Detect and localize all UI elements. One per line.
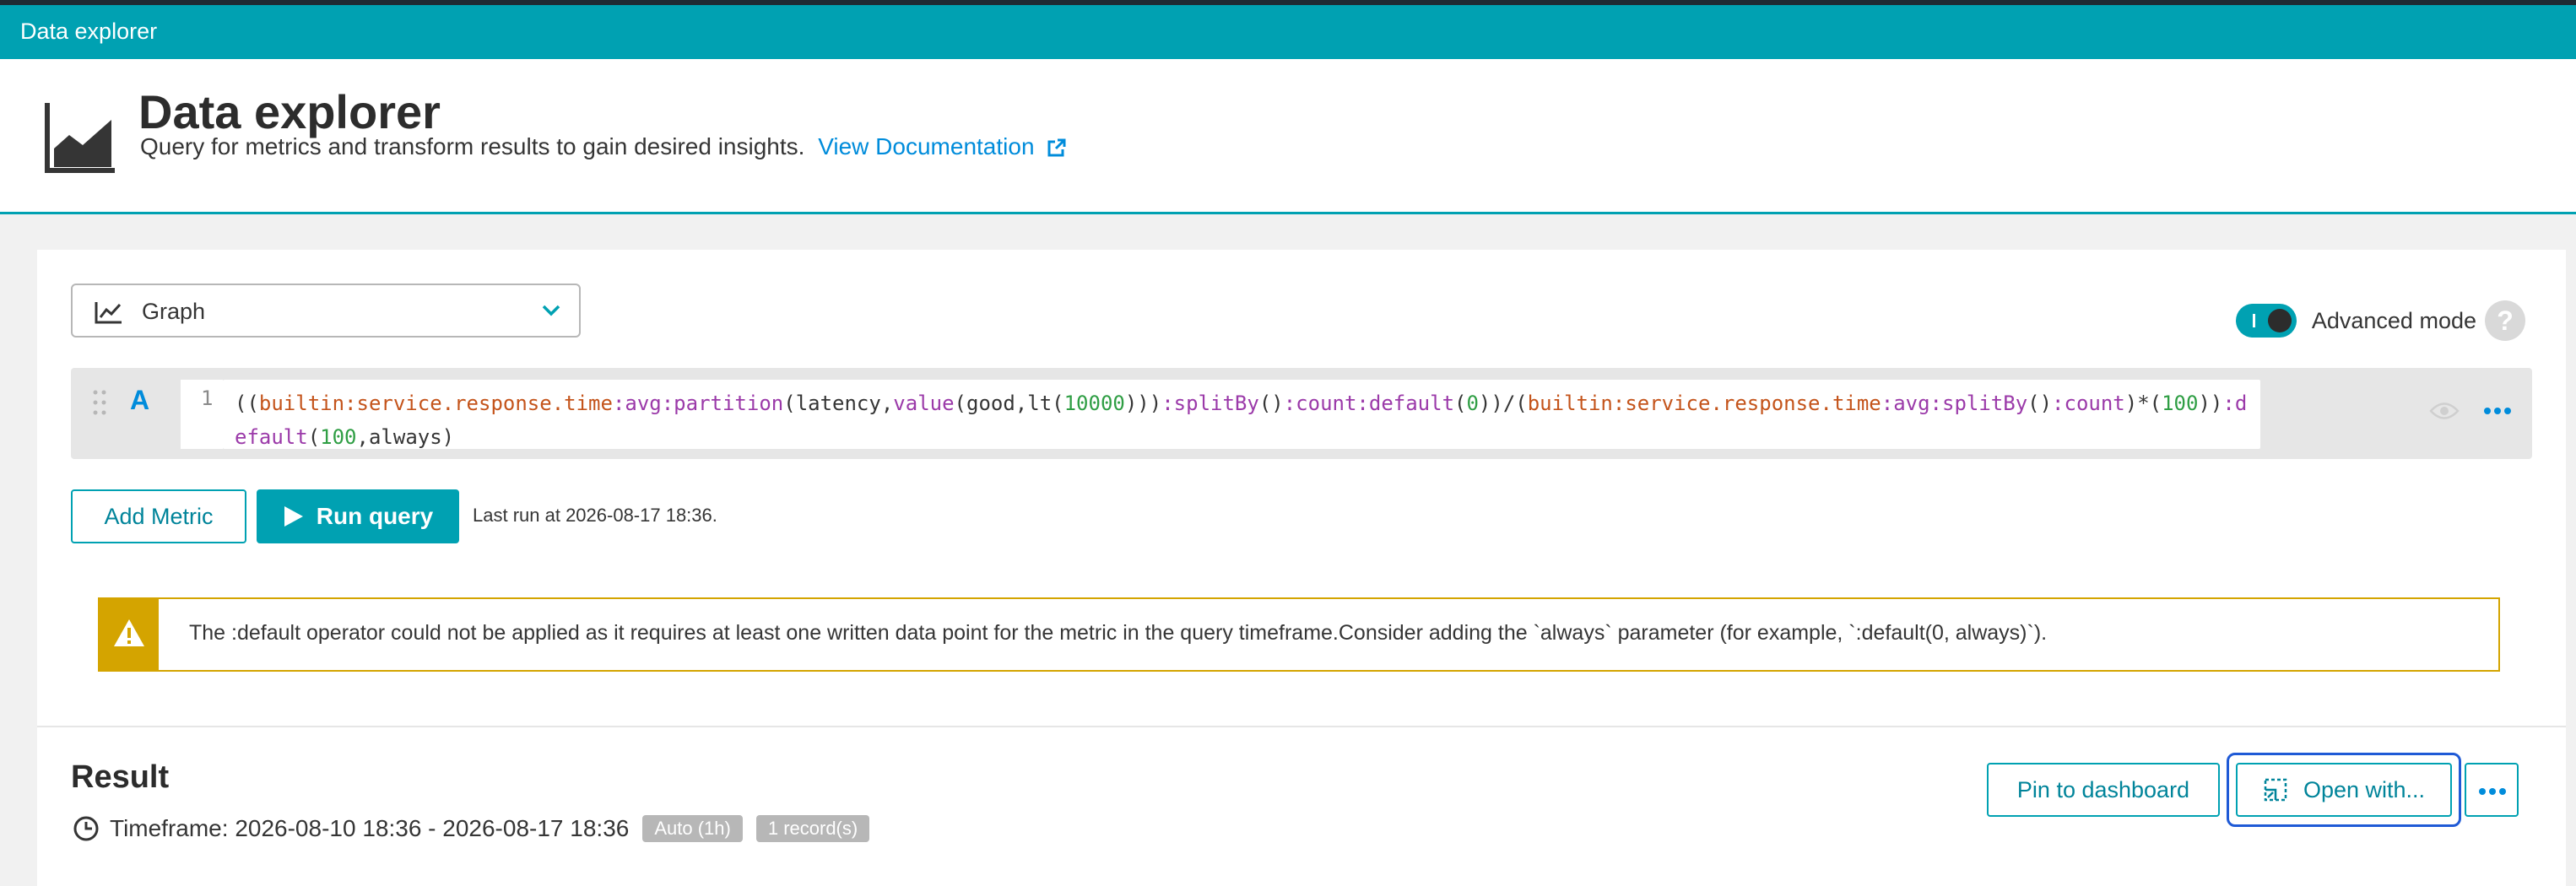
more-options-icon [2479,788,2506,795]
doc-link-label: View Documentation [818,133,1035,159]
help-icon[interactable]: ? [2485,300,2525,341]
topbar-title: Data explorer [20,19,158,44]
add-metric-button[interactable]: Add Metric [71,489,246,543]
query-letter: A [130,385,150,415]
subtitle-text: Query for metrics and transform results … [140,133,805,159]
result-more-options-button[interactable] [2465,763,2519,817]
top-bar: Data explorer [0,0,2576,59]
drag-handle-icon[interactable] [91,388,108,417]
warning-icon [114,619,144,646]
query-editor[interactable]: 1 ((builtin:service.response.time:avg:pa… [181,380,2260,449]
eye-icon[interactable] [2429,402,2460,420]
result-title: Result [71,759,170,795]
page-header: Data explorer Query for metrics and tran… [0,59,2576,214]
query-code[interactable]: ((builtin:service.response.time:avg:part… [235,386,2252,454]
chevron-down-icon [542,305,560,316]
view-documentation-link[interactable]: View Documentation [818,133,1066,159]
resolution-badge: Auto (1h) [642,815,743,842]
more-options-icon[interactable] [2483,407,2512,415]
data-explorer-app-icon [45,103,115,173]
timeframe-text: Timeframe: 2026-08-10 18:36 - 2026-08-17… [110,815,630,841]
open-with-button[interactable]: Open with... [2236,763,2452,817]
query-panel: Graph Advanced mode ? A 1 ((builtin:serv… [37,250,2566,886]
advanced-mode-label: Advanced mode [2311,307,2476,333]
open-with-button-focus-ring: Open with... [2227,753,2461,827]
warning-banner: The :default operator could not be appli… [98,597,2500,672]
warning-icon-box [100,599,159,670]
line-chart-icon [95,302,122,324]
run-query-button[interactable]: Run query [257,489,459,543]
open-with-icon [2264,778,2287,802]
clock-icon [73,816,99,841]
divider [37,726,2566,727]
last-run-text: Last run at 2026-08-17 18:36. [473,505,717,526]
external-link-icon [1047,138,1066,157]
open-with-label: Open with... [2303,776,2426,802]
query-row: A 1 ((builtin:service.response.time:avg:… [71,368,2532,459]
visualization-select[interactable]: Graph [71,284,581,338]
page-subtitle: Query for metrics and transform results … [140,133,1066,160]
timeframe-info: Timeframe: 2026-08-10 18:36 - 2026-08-17… [73,815,870,842]
run-query-label: Run query [316,503,434,529]
line-number: 1 [201,386,214,410]
advanced-mode-toggle[interactable] [2235,304,2297,338]
play-icon [284,506,303,527]
page-title: Data explorer [138,85,441,138]
pin-to-dashboard-button[interactable]: Pin to dashboard [1987,763,2220,817]
advanced-mode-control: Advanced mode ? [2235,297,2525,344]
visualization-select-value: Graph [142,299,206,324]
warning-message: The :default operator could not be appli… [189,621,2048,645]
records-badge: 1 record(s) [755,815,870,842]
